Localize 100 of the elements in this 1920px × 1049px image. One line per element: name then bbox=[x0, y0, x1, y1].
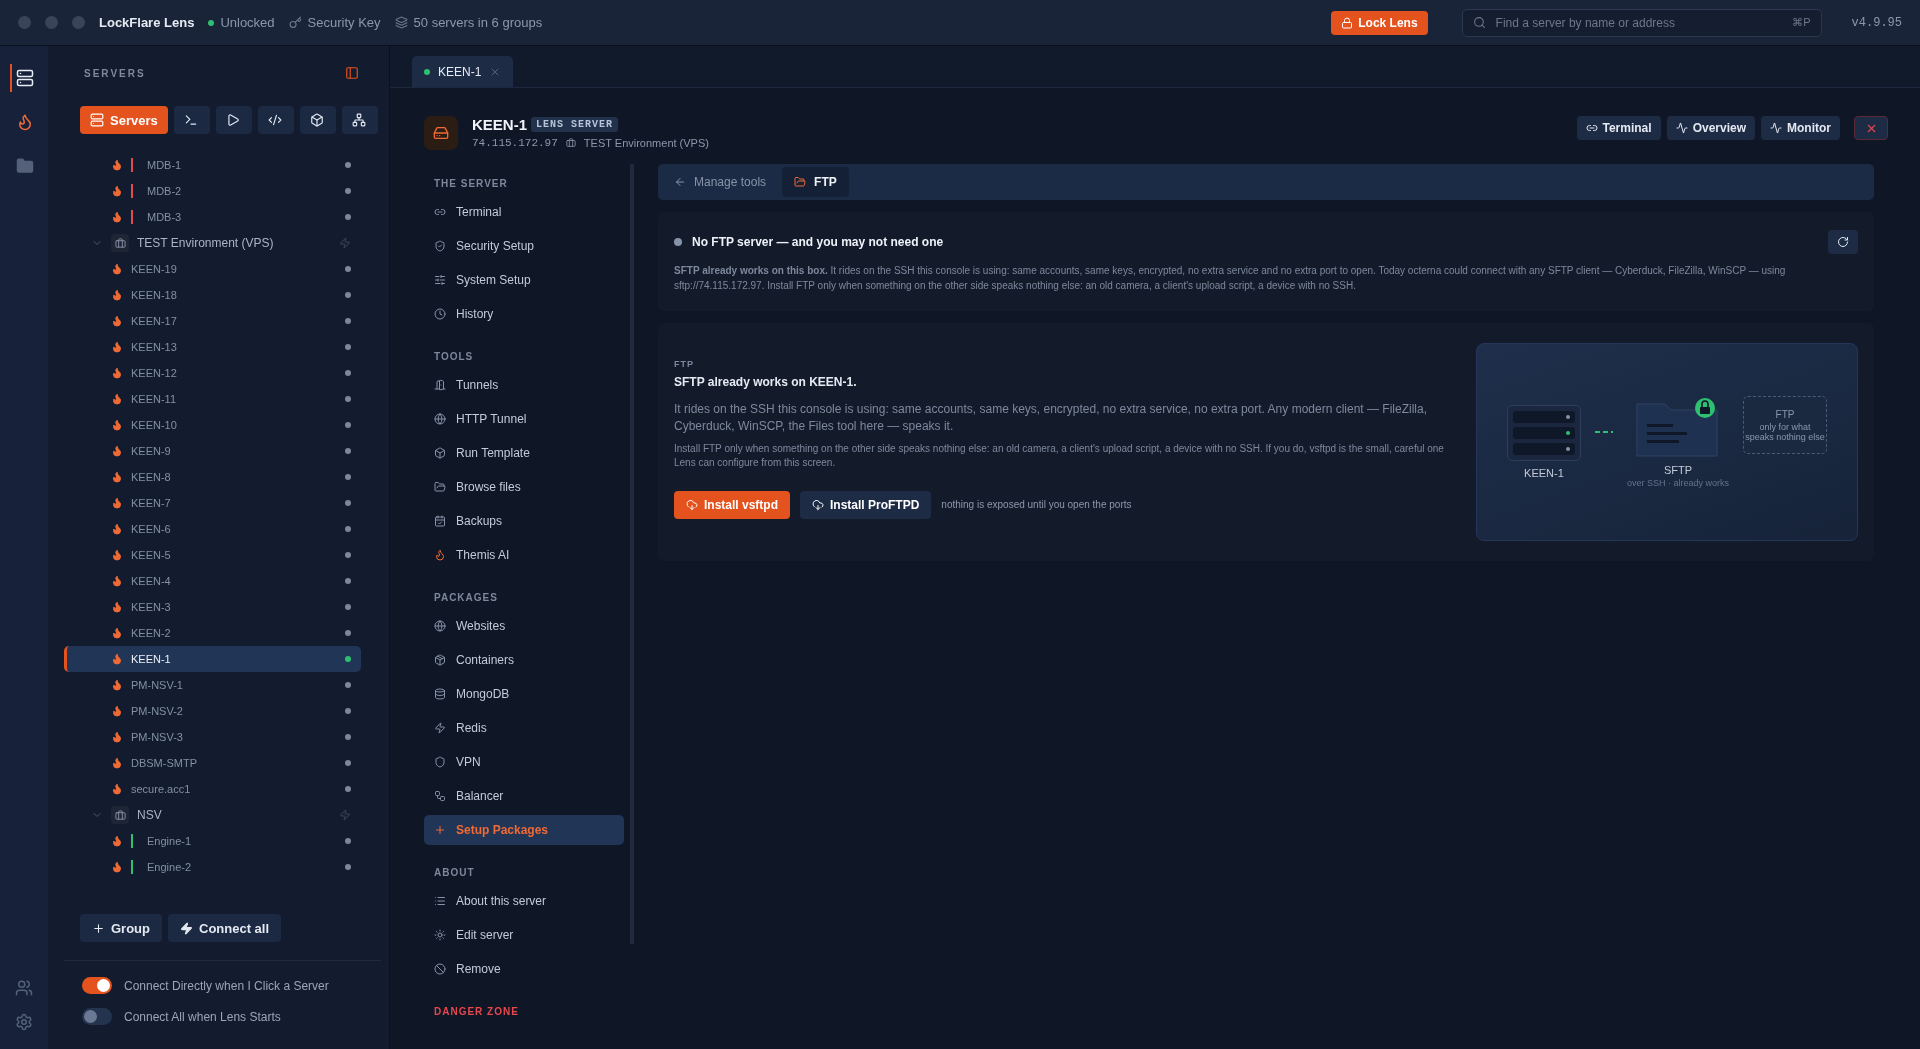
group-row[interactable]: TEST Environment (VPS) bbox=[64, 230, 361, 256]
server-row[interactable]: KEEN-7 bbox=[64, 490, 361, 516]
nav-item[interactable]: Edit server bbox=[424, 920, 624, 950]
detail-text: Install FTP only when something on the other side speaks nothing else: an old camera, a client's upload script, a device with no SSH. If you do, vsftpd is the small, careful one Lens can configure from this screen. bbox=[674, 441, 1445, 471]
server-row[interactable]: KEEN-6 bbox=[64, 516, 361, 542]
server-row[interactable]: Engine-1 bbox=[64, 828, 361, 854]
shield-icon bbox=[434, 240, 446, 252]
server-row[interactable]: KEEN-10 bbox=[64, 412, 361, 438]
settings-icon[interactable] bbox=[15, 1013, 33, 1031]
add-group-button[interactable]: Group bbox=[80, 914, 162, 942]
nav-item[interactable]: System Setup bbox=[424, 265, 624, 295]
server-row[interactable]: DBSM-SMTP bbox=[64, 750, 361, 776]
window-dot[interactable] bbox=[72, 16, 85, 29]
server-tab[interactable]: KEEN-1 bbox=[412, 56, 514, 87]
server-row[interactable]: Engine-2 bbox=[64, 854, 361, 880]
server-row[interactable]: KEEN-4 bbox=[64, 568, 361, 594]
code-icon[interactable] bbox=[257, 106, 294, 134]
server-name: PM-NSV-2 bbox=[131, 705, 183, 717]
server-name: Engine-1 bbox=[147, 835, 192, 847]
server-row[interactable]: KEEN-12 bbox=[64, 360, 361, 386]
folder-icon bbox=[16, 157, 34, 175]
server-row[interactable]: PM-NSV-1 bbox=[64, 672, 361, 698]
group-row[interactable]: NSV bbox=[64, 802, 361, 828]
nav-item[interactable]: Security Setup bbox=[424, 231, 624, 261]
server-row[interactable]: KEEN-19 bbox=[64, 256, 361, 282]
server-row[interactable]: KEEN-1 bbox=[64, 646, 361, 672]
nav-item[interactable]: Browse files bbox=[424, 472, 624, 502]
refresh-button[interactable] bbox=[1828, 230, 1858, 254]
nav-item[interactable]: Balancer bbox=[424, 781, 624, 811]
door-icon bbox=[434, 379, 446, 391]
connect-all-button[interactable]: Connect all bbox=[168, 914, 282, 942]
flame-icon bbox=[111, 549, 123, 561]
nav-item[interactable]: HTTP Tunnel bbox=[424, 404, 624, 434]
hierarchy-icon[interactable] bbox=[341, 106, 378, 134]
security-key[interactable]: Security Key bbox=[307, 15, 381, 30]
nav-item[interactable]: Setup Packages bbox=[424, 815, 624, 845]
toggle-label: Connect Directly when I Click a Server bbox=[124, 978, 329, 993]
install-button[interactable]: Install ProFTPD bbox=[800, 490, 932, 519]
server-name: KEEN-18 bbox=[131, 289, 177, 301]
group-label: NSV bbox=[137, 808, 162, 822]
server-row[interactable]: KEEN-13 bbox=[64, 334, 361, 360]
lock-status: Unlocked bbox=[220, 15, 275, 30]
nav-item[interactable]: Themis AI bbox=[424, 540, 624, 570]
flame-icon bbox=[111, 471, 123, 483]
window-dot[interactable] bbox=[45, 16, 58, 29]
server-row[interactable]: MDB-1 bbox=[64, 152, 361, 178]
server-row[interactable]: KEEN-11 bbox=[64, 386, 361, 412]
nav-item[interactable]: Websites bbox=[424, 611, 624, 641]
nav-item[interactable]: History bbox=[424, 299, 624, 329]
window-dot[interactable] bbox=[18, 16, 31, 29]
search-field[interactable]: Find a server by name or address bbox=[1493, 14, 1785, 31]
server-row[interactable]: KEEN-8 bbox=[64, 464, 361, 490]
header-button[interactable]: Overview bbox=[1666, 116, 1755, 140]
server-name: PM-NSV-1 bbox=[131, 679, 183, 691]
install-button[interactable]: Install vsftpd bbox=[674, 490, 790, 519]
nav-item[interactable]: MongoDB bbox=[424, 679, 624, 709]
play-icon[interactable] bbox=[215, 106, 252, 134]
flame-icon bbox=[111, 263, 123, 275]
flame-icon bbox=[111, 315, 123, 327]
server-name: KEEN-9 bbox=[131, 445, 171, 457]
server-row[interactable]: KEEN-2 bbox=[64, 620, 361, 646]
server-row[interactable]: PM-NSV-3 bbox=[64, 724, 361, 750]
toggle-switch[interactable] bbox=[82, 1008, 112, 1025]
server-row[interactable]: KEEN-5 bbox=[64, 542, 361, 568]
breadcrumb-item[interactable]: FTP bbox=[782, 167, 849, 197]
briefcase-icon bbox=[565, 138, 576, 148]
header-button[interactable]: Monitor bbox=[1761, 116, 1840, 140]
view-tab[interactable]: Servers bbox=[80, 106, 168, 134]
toggle-label: Connect All when Lens Starts bbox=[124, 1009, 281, 1024]
flame-icon bbox=[111, 497, 123, 509]
panel-toggle-icon[interactable] bbox=[345, 66, 359, 80]
nav-item[interactable]: Run Template bbox=[424, 438, 624, 468]
nav-item[interactable]: Remove bbox=[424, 954, 624, 984]
server-row[interactable]: MDB-2 bbox=[64, 178, 361, 204]
nav-item[interactable]: Redis bbox=[424, 713, 624, 743]
server-row[interactable]: MDB-3 bbox=[64, 204, 361, 230]
nav-item[interactable]: Terminal bbox=[424, 197, 624, 227]
nav-item[interactable]: Backups bbox=[424, 506, 624, 536]
server-row[interactable]: PM-NSV-2 bbox=[64, 698, 361, 724]
server-row[interactable]: KEEN-3 bbox=[64, 594, 361, 620]
server-row[interactable]: KEEN-9 bbox=[64, 438, 361, 464]
lock-button[interactable]: Lock Lens bbox=[1331, 10, 1428, 35]
breadcrumb-item[interactable]: Manage tools bbox=[662, 167, 779, 197]
users-icon[interactable] bbox=[15, 979, 33, 997]
server-row[interactable]: KEEN-17 bbox=[64, 308, 361, 334]
nav-item[interactable]: About this server bbox=[424, 886, 624, 916]
server-row[interactable]: secure.acc1 bbox=[64, 776, 361, 802]
flame-icon bbox=[111, 159, 123, 171]
terminal-icon[interactable] bbox=[173, 106, 210, 134]
search-box[interactable]: Find a server by name or address ⌘P bbox=[1461, 8, 1822, 37]
server-row[interactable]: KEEN-18 bbox=[64, 282, 361, 308]
cube-icon[interactable] bbox=[299, 106, 336, 134]
nav-item[interactable]: VPN bbox=[424, 747, 624, 777]
server-badge: LENS SERVER bbox=[531, 117, 619, 132]
nav-item[interactable]: Containers bbox=[424, 645, 624, 675]
nav-item[interactable]: Tunnels bbox=[424, 370, 624, 400]
flame-icon bbox=[111, 341, 123, 353]
server-address: 74.115.172.97 bbox=[472, 137, 558, 149]
header-button[interactable]: Terminal bbox=[1576, 116, 1661, 140]
toggle-switch[interactable] bbox=[82, 977, 112, 994]
